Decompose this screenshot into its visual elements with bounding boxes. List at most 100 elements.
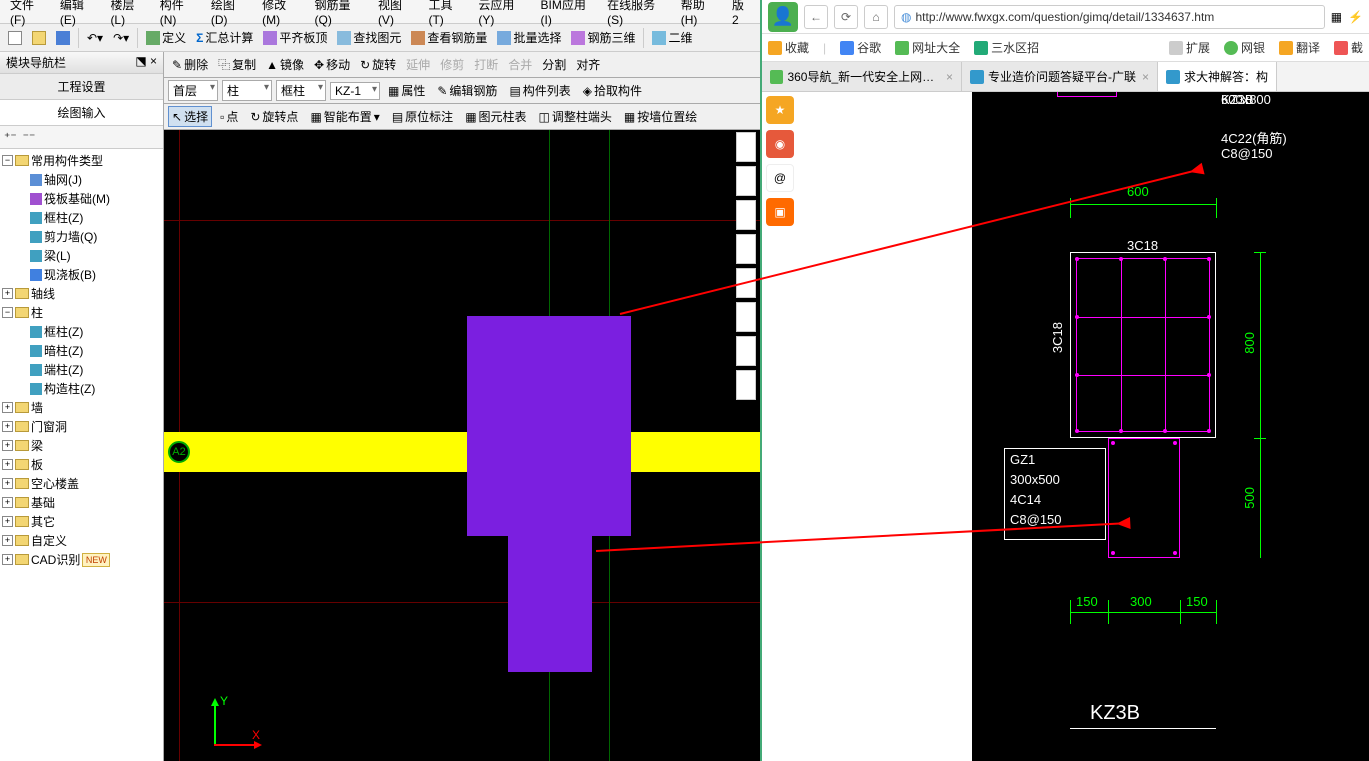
- floor-dropdown[interactable]: 首层: [168, 80, 218, 101]
- tree-item[interactable]: 现浇板(B): [2, 265, 161, 284]
- thumb[interactable]: [736, 166, 756, 196]
- beam-element[interactable]: [164, 432, 760, 472]
- menu-online[interactable]: 在线服务(S): [601, 0, 675, 29]
- tree-cad[interactable]: +CAD识别 NEW: [2, 550, 161, 569]
- thumb[interactable]: [736, 302, 756, 332]
- home-button[interactable]: ⌂: [864, 5, 888, 29]
- trim-button[interactable]: 修剪: [436, 54, 468, 75]
- menu-component[interactable]: 构件(N): [154, 0, 205, 29]
- column-kz[interactable]: [467, 316, 631, 536]
- rotpoint-button[interactable]: ↻旋转点: [246, 106, 302, 127]
- close-icon[interactable]: ×: [1142, 70, 1149, 84]
- user-avatar-icon[interactable]: 👤: [768, 2, 798, 32]
- delete-button[interactable]: ✎删除: [168, 54, 212, 75]
- tab-zjia[interactable]: 专业造价问题答疑平台-广联×: [962, 62, 1158, 91]
- thumb[interactable]: [736, 336, 756, 366]
- point-button[interactable]: ▫点: [216, 106, 242, 127]
- viewbar-button[interactable]: 查看钢筋量: [407, 27, 491, 48]
- menu-draw[interactable]: 绘图(D): [205, 0, 256, 29]
- star-icon[interactable]: ★: [766, 96, 794, 124]
- break-button[interactable]: 打断: [470, 54, 502, 75]
- copy-button[interactable]: ⿻复制: [214, 54, 260, 75]
- batchsel-button[interactable]: 批量选择: [493, 27, 565, 48]
- sidebar-tab-draw[interactable]: 绘图输入: [0, 100, 163, 126]
- origin-button[interactable]: ▤原位标注: [388, 106, 457, 127]
- cad-detail-view[interactable]: KZ3B 600x800 4C22(角筋) C8@150 600 3C18 3C…: [972, 92, 1369, 761]
- table-button[interactable]: ▦图元柱表: [461, 106, 530, 127]
- menu-view[interactable]: 视图(V): [372, 0, 423, 29]
- bm-trans[interactable]: 翻译: [1279, 39, 1320, 56]
- tree-root[interactable]: −常用构件类型: [2, 151, 161, 170]
- menu-tools[interactable]: 工具(T): [422, 0, 472, 29]
- tree-axis[interactable]: +轴线: [2, 284, 161, 303]
- complist-button[interactable]: ▤构件列表: [505, 80, 574, 101]
- new-icon[interactable]: [4, 29, 26, 47]
- sidebar-tab-settings[interactable]: 工程设置: [0, 74, 163, 100]
- bm-bank[interactable]: 网银: [1224, 39, 1265, 56]
- tree-item[interactable]: 框柱(Z): [2, 208, 161, 227]
- pick-button[interactable]: ◈拾取构件: [579, 80, 646, 101]
- menu-modify[interactable]: 修改(M): [256, 0, 308, 29]
- id-dropdown[interactable]: KZ-1: [330, 82, 380, 100]
- tree-item[interactable]: 轴网(J): [2, 170, 161, 189]
- bm-wzdq[interactable]: 网址大全: [895, 39, 960, 56]
- mirror-button[interactable]: ▲镜像: [262, 54, 308, 75]
- flash-icon[interactable]: ⚡: [1348, 10, 1363, 24]
- reload-button[interactable]: ⟳: [834, 5, 858, 29]
- twod-button[interactable]: 二维: [648, 27, 696, 48]
- tab-360[interactable]: 360导航_新一代安全上网导航×: [762, 62, 962, 91]
- qr-icon[interactable]: ▦: [1331, 10, 1342, 24]
- adjend-button[interactable]: ◫调整柱端头: [535, 106, 616, 127]
- share-icon[interactable]: ▣: [766, 198, 794, 226]
- menu-bim[interactable]: BIM应用(I): [534, 0, 601, 29]
- mail-icon[interactable]: @: [766, 164, 794, 192]
- undo-icon[interactable]: ↶▾: [83, 29, 107, 47]
- tree-column[interactable]: −柱: [2, 303, 161, 322]
- find-button[interactable]: 查找图元: [333, 27, 405, 48]
- menu-help[interactable]: 帮助(H): [675, 0, 726, 29]
- tree-item[interactable]: +基础: [2, 493, 161, 512]
- weibo-icon[interactable]: ◉: [766, 130, 794, 158]
- menu-floor[interactable]: 楼层(L): [104, 0, 153, 29]
- expand-icon[interactable]: ⁺⁻: [4, 130, 17, 144]
- tree-item[interactable]: 端柱(Z): [2, 360, 161, 379]
- menu-cloud[interactable]: 云应用(Y): [472, 0, 534, 29]
- select-button[interactable]: ↖选择: [168, 106, 212, 127]
- cat-dropdown[interactable]: 柱: [222, 80, 272, 101]
- bm-ext[interactable]: 扩展: [1169, 39, 1210, 56]
- tree-item[interactable]: +空心楼盖: [2, 474, 161, 493]
- tree-item[interactable]: 梁(L): [2, 246, 161, 265]
- prop-button[interactable]: ▦属性: [384, 80, 429, 101]
- tree-item[interactable]: 剪力墙(Q): [2, 227, 161, 246]
- redo-icon[interactable]: ↷▾: [109, 29, 133, 47]
- save-icon[interactable]: [52, 29, 74, 47]
- thumb[interactable]: [736, 200, 756, 230]
- component-tree[interactable]: −常用构件类型 轴网(J) 筏板基础(M) 框柱(Z) 剪力墙(Q) 梁(L) …: [0, 149, 163, 761]
- stretch-button[interactable]: 延伸: [402, 54, 434, 75]
- menu-file[interactable]: 文件(F): [4, 0, 54, 29]
- type-dropdown[interactable]: 框柱: [276, 80, 326, 101]
- tree-item[interactable]: +板: [2, 455, 161, 474]
- column-gz[interactable]: [508, 536, 592, 672]
- menu-ver[interactable]: 版2: [726, 0, 756, 29]
- tree-item[interactable]: +墙: [2, 398, 161, 417]
- rotate-button[interactable]: ↻旋转: [356, 54, 400, 75]
- close-icon[interactable]: ×: [946, 70, 953, 84]
- define-button[interactable]: 定义: [142, 27, 190, 48]
- merge-button[interactable]: 合并: [504, 54, 536, 75]
- bm-shot[interactable]: 截: [1334, 39, 1363, 56]
- tree-item[interactable]: 暗柱(Z): [2, 341, 161, 360]
- bm-google[interactable]: 谷歌: [840, 39, 881, 56]
- back-button[interactable]: ←: [804, 5, 828, 29]
- sum-button[interactable]: Σ汇总计算: [192, 27, 257, 48]
- menu-rebar[interactable]: 钢筋量(Q): [309, 0, 372, 29]
- thumb[interactable]: [736, 234, 756, 264]
- bm-sanshui[interactable]: 三水区招: [974, 39, 1039, 56]
- address-bar[interactable]: ◍ http://www.fwxgx.com/question/gimq/det…: [894, 5, 1325, 29]
- align-button[interactable]: 对齐: [572, 54, 604, 75]
- thumb[interactable]: [736, 370, 756, 400]
- tree-item[interactable]: 筏板基础(M): [2, 189, 161, 208]
- tree-item[interactable]: 构造柱(Z): [2, 379, 161, 398]
- editbar-button[interactable]: ✎编辑钢筋: [433, 80, 501, 101]
- tree-item[interactable]: +其它: [2, 512, 161, 531]
